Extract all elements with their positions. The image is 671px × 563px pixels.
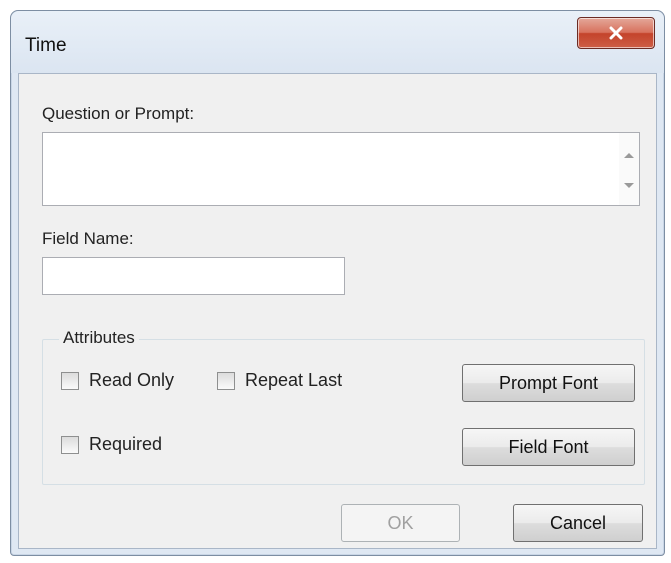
field-name-input[interactable] (42, 257, 345, 295)
close-icon (609, 26, 623, 40)
close-button[interactable] (577, 17, 655, 49)
ok-button-label: OK (387, 512, 414, 533)
field-font-button-label: Field Font (508, 436, 589, 457)
field-font-button[interactable]: Field Font (462, 428, 635, 466)
attributes-group: Attributes Read Only Repeat Last Prompt … (42, 328, 645, 485)
ok-button[interactable]: OK (341, 504, 460, 542)
read-only-label[interactable]: Read Only (89, 370, 174, 391)
required-checkbox[interactable] (61, 436, 79, 454)
title-bar[interactable]: Time (11, 11, 664, 73)
repeat-last-label[interactable]: Repeat Last (245, 370, 342, 391)
prompt-scrollbar[interactable] (619, 133, 639, 205)
prompt-font-button[interactable]: Prompt Font (462, 364, 635, 402)
required-label[interactable]: Required (89, 434, 162, 455)
read-only-checkbox[interactable] (61, 372, 79, 390)
cancel-button-label: Cancel (549, 512, 607, 533)
dialog-window: Time Question or Prompt: Field Name: Att… (10, 10, 665, 556)
prompt-label: Question or Prompt: (42, 104, 195, 123)
prompt-textarea[interactable] (42, 132, 640, 206)
scroll-up-icon[interactable] (624, 153, 634, 158)
dialog-body: Question or Prompt: Field Name: Attribut… (18, 73, 657, 549)
window-title: Time (25, 35, 67, 56)
attributes-legend: Attributes (59, 328, 139, 348)
cancel-button[interactable]: Cancel (513, 504, 643, 542)
repeat-last-checkbox[interactable] (217, 372, 235, 390)
scroll-down-icon[interactable] (624, 183, 634, 188)
field-name-label: Field Name: (42, 229, 134, 248)
prompt-font-button-label: Prompt Font (498, 372, 599, 393)
